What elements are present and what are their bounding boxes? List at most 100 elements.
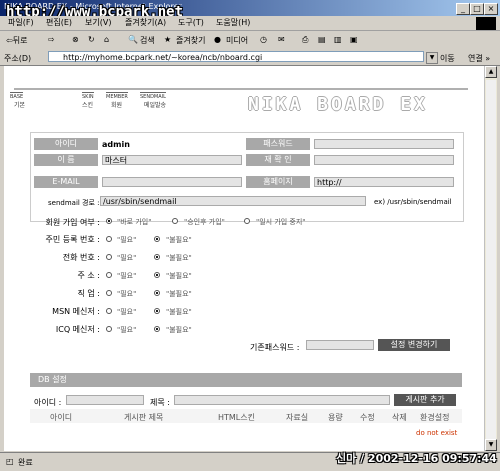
media-button[interactable]: 미디어	[226, 35, 248, 46]
sendmail-label: sendmail 경로 :	[48, 199, 100, 207]
col-id: 아이디	[50, 413, 73, 422]
page-done-icon: ◰	[6, 457, 14, 466]
go-button[interactable]: 이동	[440, 53, 455, 64]
toolbar: ⇦뒤로 ⇨ ⊗ ↻ ⌂ 🔍 검색 ★ 즐겨찾기 ● 미디어 ◷ ✉ ⎙ ▤ ▥ …	[0, 31, 500, 50]
password-label: 패스워드	[246, 138, 310, 150]
address-dropdown-icon[interactable]: ▼	[426, 52, 438, 64]
menu-file[interactable]: 파일(F)	[8, 17, 34, 28]
msn-radio-required[interactable]	[106, 308, 112, 314]
address-row-label: 주 소 :	[77, 271, 100, 280]
scroll-track[interactable]	[486, 80, 496, 440]
confirm-field[interactable]	[314, 155, 454, 165]
address-radio-optional[interactable]	[154, 272, 160, 278]
msn-label: MSN 메신저 :	[52, 307, 100, 316]
favorites-icon: ★	[164, 35, 172, 44]
join-radio-pause[interactable]	[244, 218, 250, 224]
db-subject-field[interactable]	[174, 395, 390, 405]
menu-favorites[interactable]: 즐겨찾기(A)	[125, 17, 166, 28]
address-radio-required[interactable]	[106, 272, 112, 278]
db-id-field[interactable]	[66, 395, 144, 405]
ssn-radio-optional[interactable]	[154, 236, 160, 242]
phone-option-required: "필요"	[117, 254, 137, 262]
vertical-scrollbar[interactable]: ▲ ▼	[484, 66, 497, 451]
db-settings-header: DB 설정	[30, 373, 462, 387]
ssn-option-optional: "불필요"	[166, 236, 192, 244]
nav-sub-member[interactable]: 회원	[111, 100, 122, 109]
phone-radio-required[interactable]	[106, 254, 112, 260]
change-settings-button[interactable]: 설정 변경하기	[378, 339, 450, 351]
job-radio-optional[interactable]	[154, 290, 160, 296]
phone-radio-optional[interactable]	[154, 254, 160, 260]
logo: NIKA BOARD EX	[248, 94, 428, 115]
join-option-pause: "일시 가입 중지"	[256, 218, 306, 226]
email-field[interactable]	[102, 177, 242, 187]
back-button[interactable]: ⇦뒤로	[6, 35, 27, 46]
password-field[interactable]	[314, 139, 454, 149]
join-option-direct: "바로 가입"	[117, 218, 152, 226]
status-text: 완료	[18, 458, 33, 467]
ssn-radio-required[interactable]	[106, 236, 112, 242]
close-button[interactable]: ×	[484, 3, 498, 15]
address-input[interactable]: http://myhome.bcpark.net/~korea/ncb/nboa…	[48, 51, 424, 62]
nav-sub-sendmail[interactable]: 메일발송	[144, 100, 166, 109]
nav-sub-base[interactable]: 기본	[14, 100, 25, 109]
stop-icon[interactable]: ⊗	[72, 35, 79, 44]
icq-radio-required[interactable]	[106, 326, 112, 332]
col-html-skin: HTML스킨	[218, 413, 255, 422]
links-button[interactable]: 연결 »	[468, 53, 490, 64]
icq-option-optional: "불필요"	[166, 326, 192, 334]
scroll-up-icon[interactable]: ▲	[485, 66, 497, 78]
homepage-field[interactable]: http://	[314, 177, 454, 187]
refresh-icon[interactable]: ↻	[88, 35, 95, 44]
page-content: BASE 기본 SKIN 스킨 MEMBER 회원 SENDMAIL 메일발송 …	[4, 66, 484, 451]
messenger-icon[interactable]: ▣	[350, 35, 358, 44]
current-password-field[interactable]	[306, 340, 374, 350]
nav-sub-skin[interactable]: 스킨	[82, 100, 93, 109]
forward-button[interactable]: ⇨	[48, 35, 55, 44]
sendmail-field[interactable]: /usr/sbin/sendmail	[100, 196, 366, 206]
menu-tools[interactable]: 도구(T)	[178, 17, 204, 28]
menu-help[interactable]: 도움말(H)	[216, 17, 250, 28]
menu-edit[interactable]: 편집(E)	[46, 17, 72, 28]
name-field[interactable]: 마스터	[102, 155, 242, 165]
mail-icon[interactable]: ✉	[278, 35, 285, 44]
discuss-icon[interactable]: ▥	[334, 35, 342, 44]
col-size: 용량	[328, 413, 343, 422]
print-icon[interactable]: ⎙	[302, 35, 308, 45]
msn-option-required: "필요"	[117, 308, 137, 316]
nav-tab-base[interactable]: BASE	[10, 92, 24, 100]
join-radio-direct[interactable]	[106, 218, 112, 224]
job-option-optional: "불필요"	[166, 290, 192, 298]
home-icon[interactable]: ⌂	[104, 35, 109, 44]
email-label: E-MAIL	[34, 176, 98, 188]
nav-tab-sendmail[interactable]: SENDMAIL	[140, 92, 166, 100]
join-radio-approval[interactable]	[172, 218, 178, 224]
search-icon: 🔍	[128, 35, 138, 44]
msn-radio-optional[interactable]	[154, 308, 160, 314]
media-icon: ●	[214, 35, 221, 44]
menu-view[interactable]: 보기(V)	[85, 17, 111, 28]
minimize-button[interactable]: _	[456, 3, 470, 15]
favorites-button[interactable]: 즐겨찾기	[176, 35, 205, 46]
sendmail-example: ex) /usr/sbin/sendmail	[374, 198, 452, 206]
join-option-approval: "승인후 가입"	[184, 218, 225, 226]
job-radio-required[interactable]	[106, 290, 112, 296]
address-option-optional: "불필요"	[166, 272, 192, 280]
nav-tab-skin[interactable]: SKIN	[82, 92, 94, 100]
col-board-title: 게시판 제목	[124, 413, 164, 422]
id-value: admin	[102, 140, 130, 149]
phone-option-optional: "불필요"	[166, 254, 192, 262]
current-password-label: 기존패스워드 :	[250, 343, 300, 352]
icq-option-required: "필요"	[117, 326, 137, 334]
capture-datestamp: 신마 / 2002-12-16 09:57:44	[336, 452, 497, 465]
name-label: 이 름	[34, 154, 98, 166]
phone-label: 전화 번호 :	[62, 253, 100, 262]
icq-radio-optional[interactable]	[154, 326, 160, 332]
edit-icon[interactable]: ▤	[318, 35, 326, 44]
search-button[interactable]: 검색	[140, 35, 155, 46]
icq-label: ICQ 메신저 :	[55, 325, 100, 334]
add-board-button[interactable]: 게시판 추가	[394, 394, 456, 406]
history-icon[interactable]: ◷	[260, 35, 267, 44]
nav-tab-member[interactable]: MEMBER	[106, 92, 128, 100]
maximize-button[interactable]: □	[470, 3, 484, 15]
